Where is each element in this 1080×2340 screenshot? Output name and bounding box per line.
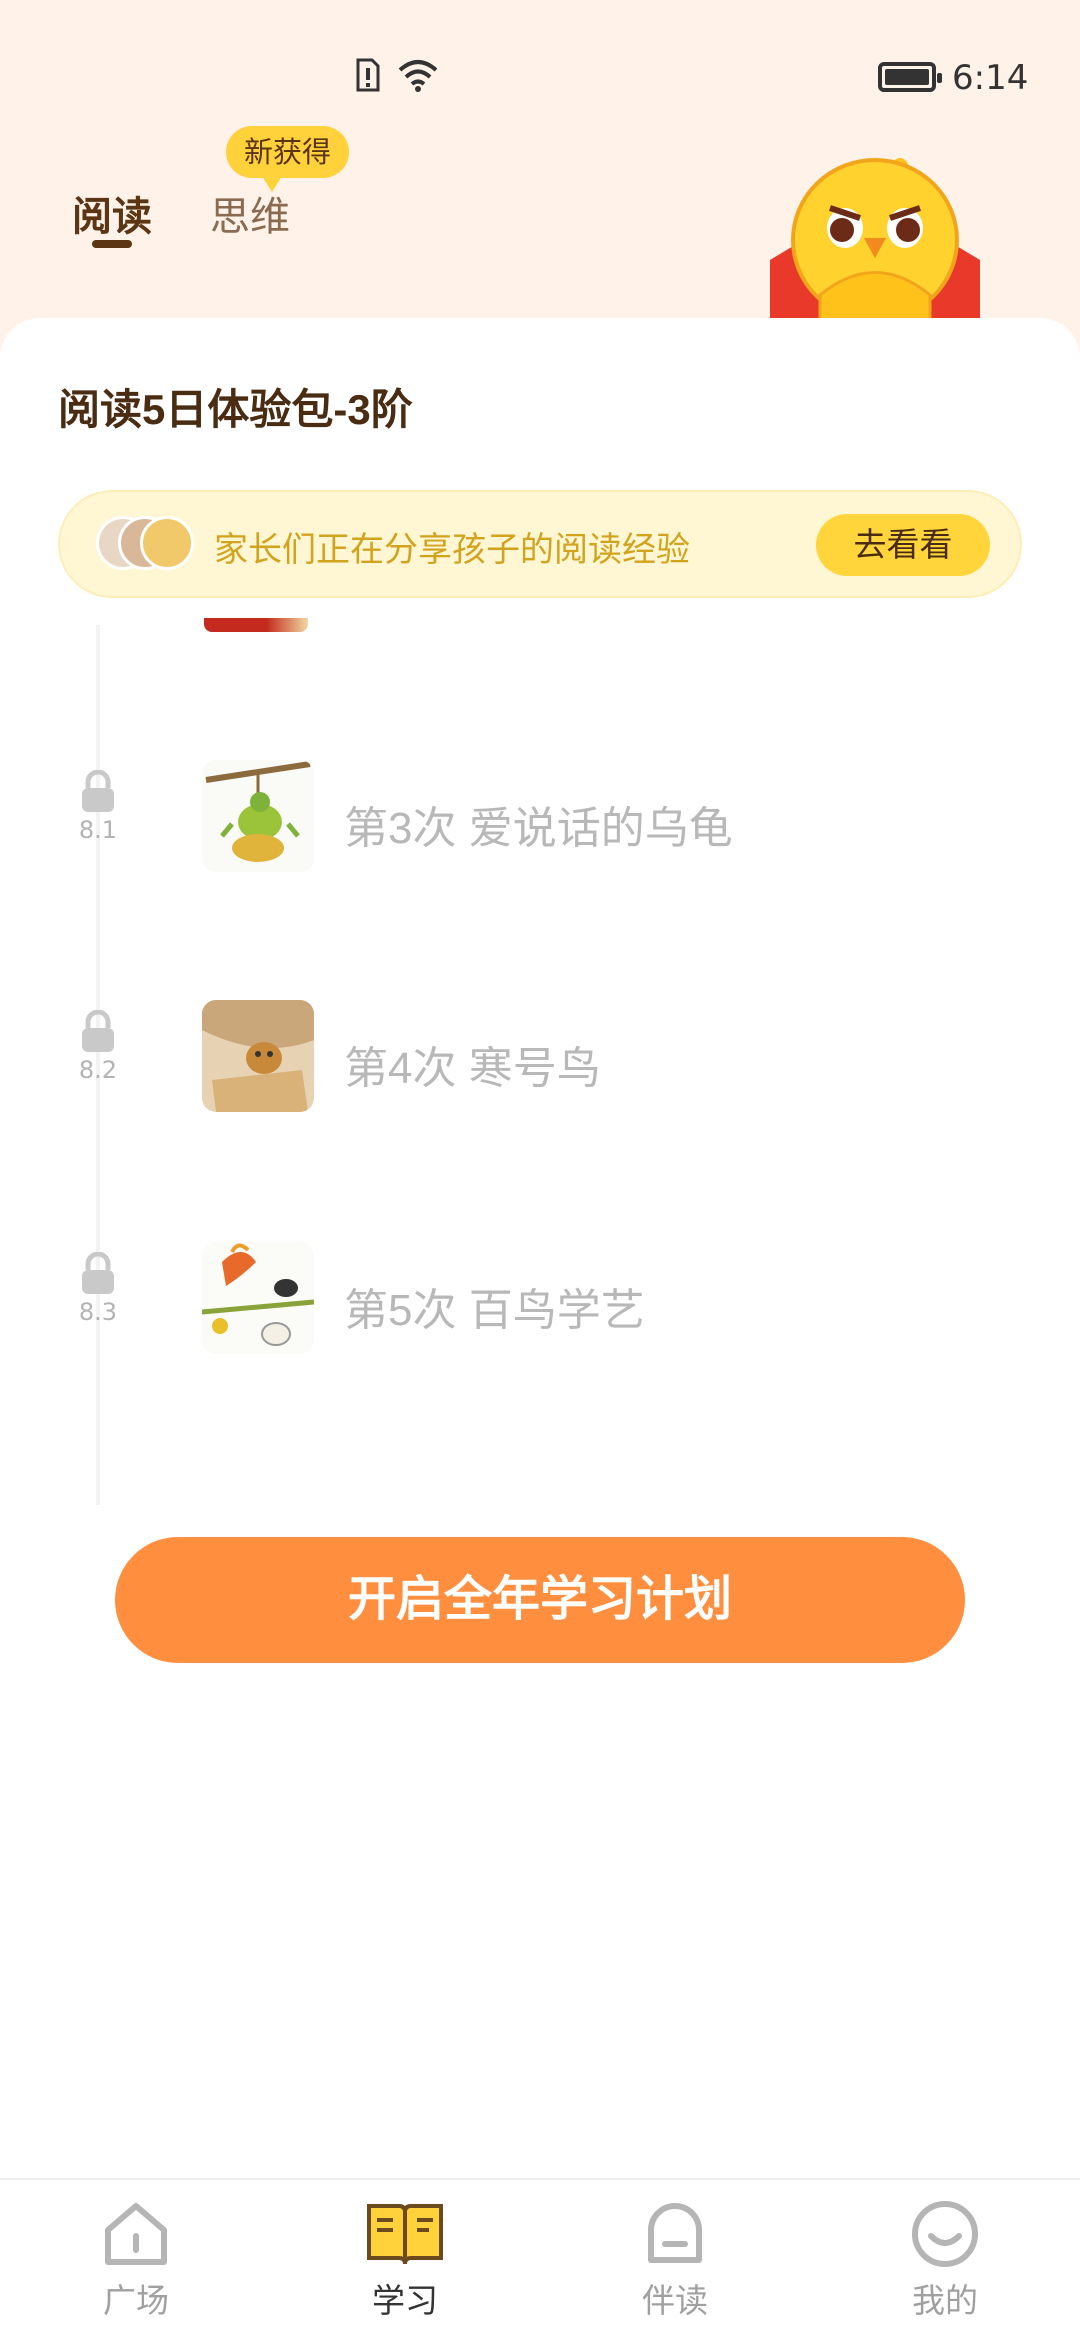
bell-icon [648, 2203, 702, 2263]
lock-badge: 8.1 [74, 770, 122, 844]
wifi-icon [398, 60, 438, 92]
lesson-item[interactable]: 8.1 第3次 爱说话的乌龟 [0, 760, 1080, 880]
lock-badge: 8.2 [74, 1010, 122, 1084]
tab-thinking[interactable]: 思维 [210, 184, 290, 242]
lesson-item[interactable]: 8.2 第4次 寒号鸟 [0, 1000, 1080, 1120]
nav-label: 广场 [103, 2281, 169, 2320]
share-banner[interactable]: 家长们正在分享孩子的阅读经验 去看看 [58, 490, 1022, 598]
book-icon [367, 2204, 443, 2265]
status-icons [355, 58, 439, 92]
nav-label: 我的 [912, 2281, 978, 2320]
share-text: 家长们正在分享孩子的阅读经验 [214, 530, 690, 570]
nav-label: 学习 [372, 2281, 438, 2320]
package-title: 阅读5日体验包-3阶 [58, 386, 413, 433]
lock-icon [82, 1010, 114, 1052]
bird-thumbnail [202, 1000, 314, 1112]
nav-study[interactable]: 学习 [305, 2200, 505, 2322]
turtle-thumbnail [202, 760, 314, 872]
status-bar: 6:14 [0, 0, 1080, 140]
status-time: 6:14 [952, 58, 1029, 98]
lock-icon [82, 770, 114, 812]
battery-icon [878, 62, 942, 92]
home-icon [105, 2203, 167, 2265]
lesson-title: 第5次 百鸟学艺 [344, 1286, 645, 1335]
parent-avatars [96, 516, 196, 574]
nav-companion-read[interactable]: 伴读 [575, 2200, 775, 2322]
birds-thumbnail [202, 1242, 314, 1354]
lesson-title: 第4次 寒号鸟 [344, 1044, 601, 1093]
lesson-date: 8.1 [78, 816, 118, 844]
new-badge: 新获得 [226, 126, 350, 192]
nav-mine[interactable]: 我的 [845, 2200, 1045, 2322]
lesson-item[interactable]: 8.3 第5次 百鸟学艺 [0, 1242, 1080, 1362]
nav-plaza[interactable]: 广场 [36, 2200, 236, 2322]
nav-label: 伴读 [642, 2281, 708, 2320]
lesson-title: 第3次 爱说话的乌龟 [344, 804, 733, 853]
lock-badge: 8.3 [74, 1252, 122, 1326]
smile-icon [912, 2201, 978, 2267]
lesson-date: 8.2 [78, 1056, 118, 1084]
bottom-nav: 广场 学习 伴读 我的 [0, 2178, 1080, 2340]
sim-alert-icon [356, 58, 380, 92]
avatar [140, 516, 194, 570]
chick-mascot-icon [770, 158, 980, 320]
start-yearly-plan-button[interactable]: 开启全年学习计划 [115, 1537, 965, 1663]
tab-active-indicator [92, 240, 132, 248]
tab-reading[interactable]: 阅读 [72, 184, 152, 242]
go-see-button[interactable]: 去看看 [816, 514, 990, 576]
lesson-date: 8.3 [78, 1298, 118, 1326]
previous-lesson-thumbnail [204, 618, 308, 632]
lock-icon [82, 1252, 114, 1294]
